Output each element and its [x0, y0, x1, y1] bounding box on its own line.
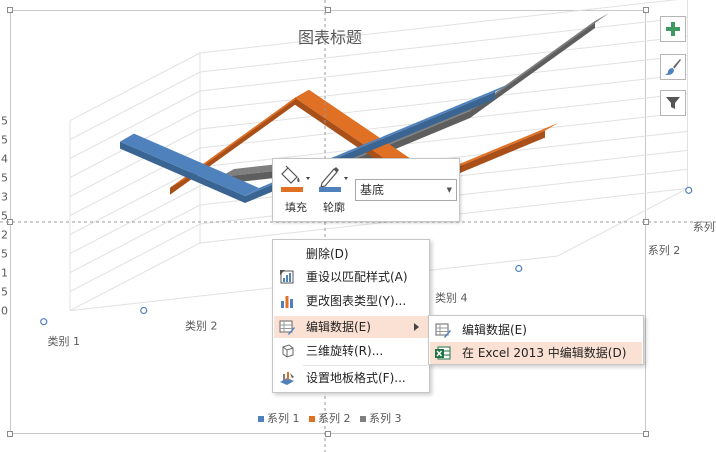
floor-selection-handle: [515, 264, 523, 273]
menu-item-label: 删除(D): [306, 247, 349, 261]
y-tick-label: 1: [1, 267, 8, 280]
outline-dropdown-icon: [344, 177, 348, 180]
context-menu: 删除(D) 重设以匹配样式(A) 更改图表类型(Y)... 编辑数据(E) 三维…: [272, 239, 430, 393]
menu-item-label: 编辑数据(E): [306, 320, 371, 334]
menu-item-label: 更改图表类型(Y)...: [306, 294, 407, 308]
legend-swatch-series-2: [309, 416, 315, 422]
format-mini-toolbar: 填充 轮廓 基底 ▼: [272, 158, 460, 222]
chart-styles-button[interactable]: [660, 54, 686, 80]
ribbon-side: [370, 92, 495, 151]
y-tick-label: 4.5: [0, 134, 8, 147]
y-tick-label: 0.5: [0, 286, 8, 299]
chart-title[interactable]: 图表标题: [270, 24, 390, 48]
menu-item-3d-rotation[interactable]: 三维旋转(R)...: [274, 340, 428, 362]
edit-data-icon: [435, 323, 451, 338]
gridline: [69, 0, 678, 122]
menu-item-change-chart-type[interactable]: 更改图表类型(Y)...: [274, 290, 428, 312]
fill-color-swatch: [281, 187, 303, 192]
legend-item-series-3: 系列 3: [369, 412, 402, 425]
menu-item-reset-style[interactable]: 重设以匹配样式(A): [274, 266, 428, 288]
reset-style-icon: [280, 270, 294, 284]
y-tick-label: 2: [1, 229, 8, 242]
y-tick-label: 0: [1, 305, 8, 318]
category-label: 类别 4: [435, 291, 468, 305]
fill-button[interactable]: 填充: [279, 163, 313, 219]
chart-element-select-value: 基底: [360, 183, 385, 197]
floor-selection-handle: [140, 306, 148, 315]
legend-item-series-1: 系列 1: [267, 412, 300, 425]
menu-item-label: 重设以匹配样式(A): [306, 270, 408, 284]
menu-item-label: 设置地板格式(F)...: [306, 371, 406, 385]
chart-type-icon: [281, 296, 293, 308]
excel-icon: [435, 346, 451, 360]
floor-selection-handle: [685, 186, 693, 194]
y-tick-label: 5: [1, 115, 8, 128]
format-floor-icon: [280, 372, 294, 385]
chevron-down-icon: ▼: [446, 186, 452, 194]
submenu-item-edit-data[interactable]: 编辑数据(E): [430, 319, 642, 341]
brush-icon: [665, 59, 681, 75]
legend-swatch-series-3: [360, 416, 366, 422]
floor-selection-handle: [40, 318, 48, 326]
funnel-icon: [666, 97, 680, 109]
plus-icon: [666, 22, 680, 36]
edit-data-submenu: 编辑数据(E) 在 Excel 2013 中编辑数据(D): [428, 315, 644, 365]
submenu-arrow-icon: [414, 323, 419, 331]
fill-label: 填充: [285, 201, 307, 214]
menu-item-format-floor[interactable]: 设置地板格式(F)...: [274, 367, 428, 389]
y-tick-label: 4: [1, 153, 8, 166]
chart-element-select[interactable]: 基底 ▼: [355, 179, 457, 201]
menu-item-edit-data[interactable]: 编辑数据(E): [274, 316, 428, 338]
y-tick-label: 3.5: [0, 172, 8, 185]
category-label: 类别 2: [185, 319, 218, 333]
rotate-3d-icon: [282, 344, 294, 358]
legend[interactable]: 系列 1 系列 2 系列 3: [258, 410, 402, 426]
menu-separator: [303, 365, 427, 366]
outline-label: 轮廓: [323, 201, 345, 214]
submenu-item-label: 编辑数据(E): [462, 323, 527, 337]
paint-bucket-icon: [281, 165, 310, 192]
legend-swatch-series-1: [258, 416, 264, 422]
chart-filters-button[interactable]: [660, 90, 686, 116]
edit-data-icon: [279, 320, 295, 335]
depth-axis-label: 系列 2: [648, 243, 681, 257]
menu-item-label: 三维旋转(R)...: [306, 344, 384, 358]
outline-color-swatch: [319, 187, 341, 192]
pen-icon: [319, 167, 348, 192]
y-tick-label: 2.5: [0, 210, 8, 223]
category-label: 类别 1: [48, 334, 81, 348]
outline-button[interactable]: 轮廓: [317, 163, 351, 219]
menu-item-delete[interactable]: 删除(D): [274, 243, 428, 265]
submenu-item-label: 在 Excel 2013 中编辑数据(D): [462, 346, 627, 360]
y-tick-label: 1.5: [0, 248, 8, 261]
chart-elements-button[interactable]: [660, 16, 686, 42]
fill-dropdown-icon: [306, 177, 310, 180]
legend-item-series-2: 系列 2: [318, 412, 351, 425]
submenu-item-edit-in-excel[interactable]: 在 Excel 2013 中编辑数据(D): [430, 342, 642, 364]
y-tick-label: 3: [1, 191, 8, 204]
